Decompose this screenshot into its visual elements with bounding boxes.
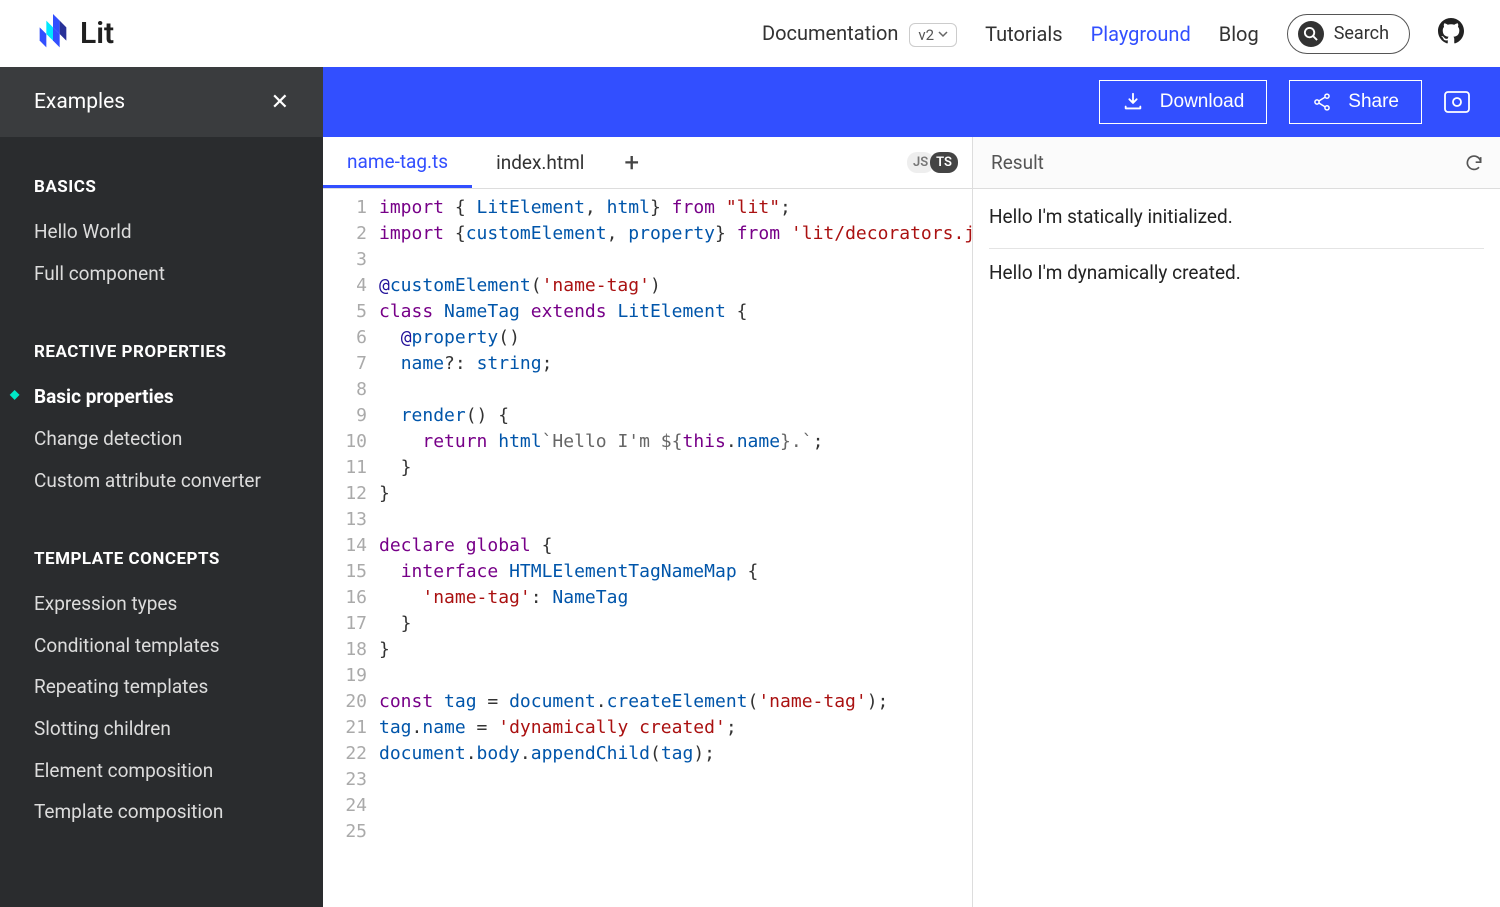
code-line[interactable]: 14declare global { [323, 533, 972, 559]
code-line[interactable]: 12} [323, 481, 972, 507]
sidebar-item[interactable]: Element composition [34, 758, 289, 784]
sidebar-item[interactable]: Repeating templates [34, 674, 289, 700]
code-line[interactable]: 6 @property() [323, 325, 972, 351]
sidebar-item[interactable]: Change detection [34, 426, 289, 452]
top-header: Lit Documentation v2 Tutorials Playgroun… [0, 0, 1500, 67]
result-header: Result [973, 137, 1500, 189]
reload-icon[interactable] [1464, 153, 1484, 173]
sidebar-item[interactable]: Custom attribute converter [34, 468, 289, 494]
code-line[interactable]: 7 name?: string; [323, 351, 972, 377]
code-line[interactable]: 8 [323, 377, 972, 403]
code-line[interactable]: 9 render() { [323, 403, 972, 429]
tab-name-tag-ts[interactable]: name-tag.ts [323, 137, 472, 188]
sidebar-item[interactable]: Conditional templates [34, 633, 289, 659]
chevron-down-icon [938, 31, 948, 38]
code-line[interactable]: 15 interface HTMLElementTagNameMap { [323, 559, 972, 585]
top-nav: Documentation v2 Tutorials Playground Bl… [762, 14, 1464, 54]
sidebar-item[interactable]: Template composition [34, 799, 289, 825]
sidebar-item[interactable]: Full component [34, 261, 289, 287]
action-bar: Download Share [323, 67, 1500, 137]
code-line[interactable]: 16 'name-tag': NameTag [323, 585, 972, 611]
sidebar-section-heading: REACTIVE PROPERTIES [34, 342, 289, 362]
code-line[interactable]: 20const tag = document.createElement('na… [323, 689, 972, 715]
download-button[interactable]: Download [1099, 80, 1268, 124]
code-line[interactable]: 13 [323, 507, 972, 533]
nav-documentation[interactable]: Documentation v2 [762, 21, 957, 47]
code-line[interactable]: 4@customElement('name-tag') [323, 273, 972, 299]
add-tab-button[interactable]: + [608, 137, 655, 188]
sidebar-item[interactable]: Basic properties [34, 384, 289, 410]
code-line[interactable]: 2import {customElement, property} from '… [323, 221, 972, 247]
code-line[interactable]: 23 [323, 767, 972, 793]
share-icon [1312, 92, 1332, 112]
nav-tutorials[interactable]: Tutorials [985, 22, 1063, 46]
code-line[interactable]: 3 [323, 247, 972, 273]
result-title: Result [991, 151, 1044, 174]
code-line[interactable]: 22document.body.appendChild(tag); [323, 741, 972, 767]
workspace: Download Share name-tag.ts index.html + … [323, 67, 1500, 907]
code-line[interactable]: 25 [323, 819, 972, 845]
sidebar-title: Examples [34, 90, 125, 114]
logo[interactable]: Lit [36, 14, 114, 54]
result-output: Hello I'm statically initialized. Hello I… [973, 189, 1500, 320]
sidebar-item[interactable]: Hello World [34, 219, 289, 245]
code-line[interactable]: 19 [323, 663, 972, 689]
sidebar-section-heading: BASICS [34, 177, 289, 197]
code-line[interactable]: 11 } [323, 455, 972, 481]
close-icon[interactable]: ✕ [271, 90, 289, 115]
sidebar: Examples ✕ BASICS Hello World Full compone… [0, 67, 323, 907]
lang-toggle[interactable]: JS TS [907, 137, 972, 188]
version-selector[interactable]: v2 [909, 23, 957, 47]
search-icon [1298, 21, 1324, 47]
result-line: Hello I'm statically initialized. [989, 205, 1484, 228]
result-panel: Result Hello I'm statically initialized.… [973, 137, 1500, 907]
preview-icon[interactable] [1444, 91, 1470, 113]
code-line[interactable]: 17 } [323, 611, 972, 637]
code-line[interactable]: 21tag.name = 'dynamically created'; [323, 715, 972, 741]
code-editor[interactable]: 1import { LitElement, html} from "lit";2… [323, 189, 972, 907]
sidebar-item[interactable]: Expression types [34, 591, 289, 617]
code-line[interactable]: 24 [323, 793, 972, 819]
nav-blog[interactable]: Blog [1219, 22, 1259, 46]
github-link[interactable] [1438, 18, 1464, 49]
editor-panel: name-tag.ts index.html + JS TS 1import {… [323, 137, 973, 907]
code-line[interactable]: 18} [323, 637, 972, 663]
code-line[interactable]: 1import { LitElement, html} from "lit"; [323, 195, 972, 221]
code-line[interactable]: 10 return html`Hello I'm ${this.name}.`; [323, 429, 972, 455]
sidebar-body: BASICS Hello World Full component REACTIVE … [0, 137, 323, 907]
tab-index-html[interactable]: index.html [472, 137, 608, 188]
logo-icon [36, 14, 70, 54]
sidebar-item[interactable]: Slotting children [34, 716, 289, 742]
download-icon [1122, 91, 1144, 113]
share-button[interactable]: Share [1289, 80, 1422, 124]
editor-tabs: name-tag.ts index.html + JS TS [323, 137, 972, 189]
nav-playground[interactable]: Playground [1091, 22, 1191, 46]
lang-ts[interactable]: TS [930, 152, 958, 173]
search-button[interactable]: Search [1287, 14, 1410, 54]
github-icon [1438, 18, 1464, 44]
code-line[interactable]: 5class NameTag extends LitElement { [323, 299, 972, 325]
result-line: Hello I'm dynamically created. [989, 261, 1484, 284]
sidebar-header: Examples ✕ [0, 67, 323, 137]
sidebar-section-heading: TEMPLATE CONCEPTS [34, 549, 289, 569]
brand-text: Lit [80, 16, 114, 51]
